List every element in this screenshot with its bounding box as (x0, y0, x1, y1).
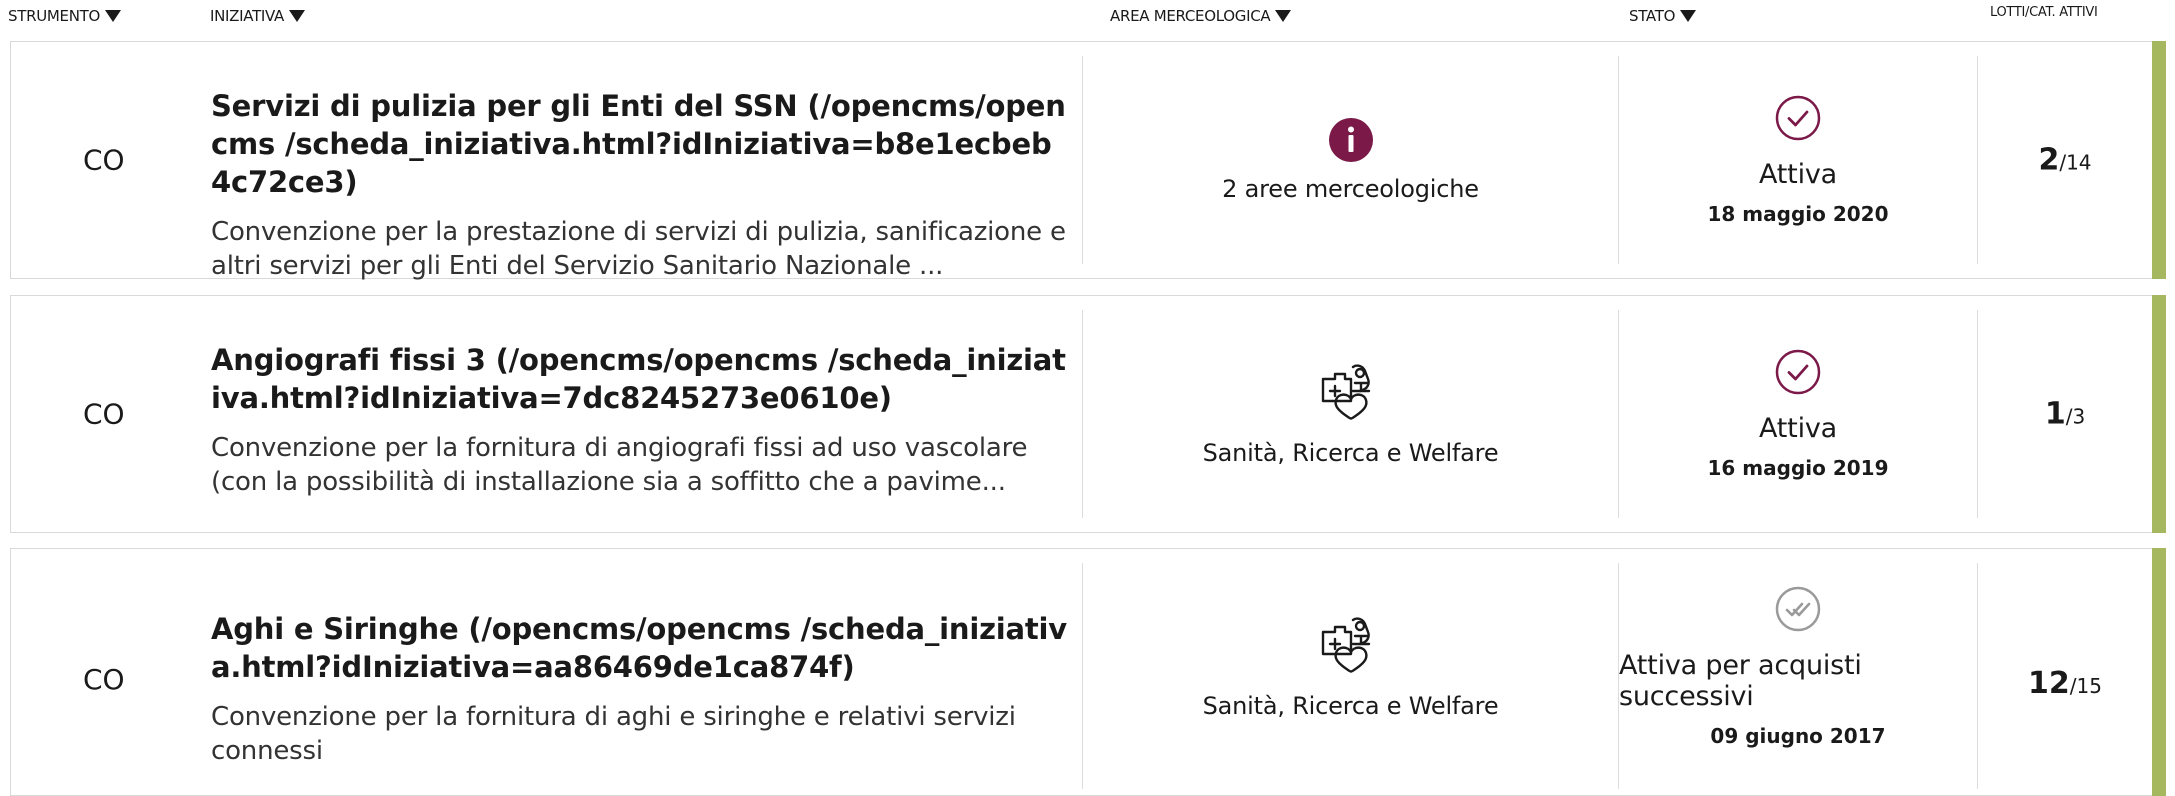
status-color-bar (2152, 41, 2166, 279)
iniziativa-description: Convenzione per la fornitura di angiogra… (211, 433, 1028, 497)
iniziativa-cell: Angiografi fissi 3 (/opencms/opencms /sc… (211, 341, 1071, 499)
status-label: Attiva (1759, 412, 1837, 444)
double-check-circle-icon (1775, 586, 1821, 632)
table-row[interactable]: CO Angiografi fissi 3 (/opencms/opencms … (10, 295, 2166, 533)
table-header: STRUMENTO INIZIATIVA AREA MERCEOLOGICA S… (0, 0, 2175, 34)
header-lotti: LOTTI/CAT. ATTIVI (1990, 5, 2098, 20)
stato-cell: Attiva per acquisti successivi 09 giugno… (1619, 549, 1977, 785)
strumento-code: CO (83, 143, 125, 177)
status-color-bar (2152, 295, 2166, 533)
area-label: 2 aree merceologiche (1222, 175, 1479, 203)
lotti-active: 12 (2028, 666, 2070, 701)
area-cell: Sanità, Ricerca e Welfare (1083, 549, 1618, 785)
area-label: Sanità, Ricerca e Welfare (1202, 439, 1499, 467)
header-stato-sort[interactable]: STATO (1629, 7, 1697, 25)
header-strumento-sort[interactable]: STRUMENTO (8, 7, 121, 25)
lotti-count: 12/15 (1978, 666, 2152, 701)
lotti-active: 2 (2038, 142, 2060, 178)
sort-down-icon (1275, 10, 1292, 22)
status-date: 09 giugno 2017 (1710, 724, 1886, 748)
iniziativa-description: Convenzione per la fornitura di aghi e s… (211, 702, 1016, 766)
iniziativa-description: Convenzione per la prestazione di serviz… (211, 217, 1066, 281)
header-iniziativa-sort[interactable]: INIZIATIVA (210, 7, 306, 25)
sort-down-icon (289, 10, 306, 22)
iniziativa-cell: Servizi di pulizia per gli Enti del SSN … (211, 87, 1071, 283)
table-row[interactable]: CO Aghi e Siringhe (/opencms/opencms /sc… (10, 548, 2166, 796)
status-color-bar (2152, 548, 2166, 796)
lotti-count: 2/14 (1978, 143, 2152, 178)
status-date: 16 maggio 2019 (1707, 455, 1889, 480)
info-icon[interactable] (1328, 117, 1374, 163)
stato-cell: Attiva 16 maggio 2019 (1619, 296, 1977, 532)
health-research-icon (1321, 617, 1370, 673)
lotti-total: /14 (2059, 150, 2092, 175)
lotti-active: 1 (2044, 396, 2066, 432)
lotti-count: 1/3 (1978, 397, 2152, 432)
sort-down-icon (105, 10, 121, 22)
area-label: Sanità, Ricerca e Welfare (1202, 692, 1499, 720)
check-circle-icon (1775, 95, 1821, 140)
area-cell: 2 aree merceologiche (1083, 42, 1618, 278)
iniziativa-title-link[interactable]: Servizi di pulizia per gli Enti del SSN … (211, 87, 1071, 201)
header-stato-label: STATO (1629, 7, 1676, 25)
iniziativa-title-link[interactable]: Angiografi fissi 3 (/opencms/opencms /sc… (211, 341, 1071, 417)
header-area-sort[interactable]: AREA MERCEOLOGICA (1110, 7, 1292, 25)
header-iniziativa-label: INIZIATIVA (210, 7, 285, 25)
health-research-icon (1321, 364, 1370, 420)
stato-cell: Attiva 18 maggio 2020 (1619, 42, 1977, 278)
strumento-code: CO (83, 663, 125, 696)
lotti-total: /15 (2069, 674, 2102, 698)
status-date: 18 maggio 2020 (1707, 201, 1889, 226)
area-cell: Sanità, Ricerca e Welfare (1083, 296, 1618, 532)
lotti-total: /3 (2065, 404, 2086, 429)
strumento-code: CO (83, 397, 125, 431)
table-row[interactable]: CO Servizi di pulizia per gli Enti del S… (10, 41, 2166, 281)
status-label: Attiva per acquisti successivi (1619, 650, 1862, 712)
iniziativa-title-link[interactable]: Aghi e Siringhe (/opencms/opencms /sched… (211, 610, 1071, 686)
header-area-label: AREA MERCEOLOGICA (1110, 7, 1271, 25)
header-strumento-label: STRUMENTO (8, 7, 100, 25)
status-label: Attiva (1759, 158, 1837, 190)
check-circle-icon (1775, 349, 1821, 394)
header-lotti-label: LOTTI/CAT. ATTIVI (1990, 5, 2098, 20)
iniziativa-cell: Aghi e Siringhe (/opencms/opencms /sched… (211, 610, 1071, 768)
sort-down-icon (1680, 10, 1697, 22)
